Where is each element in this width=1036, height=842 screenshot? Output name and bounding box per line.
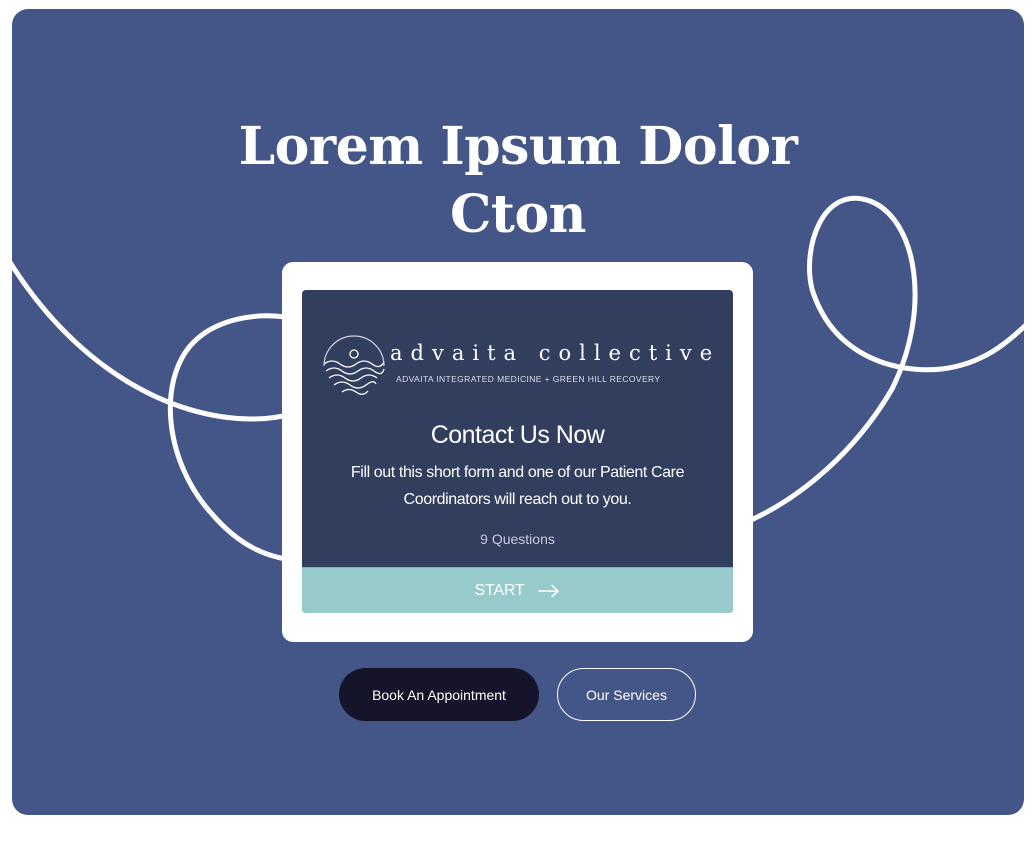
hero-section: Lorem Ipsum Dolor Cton advaita collectiv… xyxy=(12,9,1024,815)
question-count: 9 Questions xyxy=(480,531,555,547)
contact-form-card: advaita collective ADVAITA INTEGRATED ME… xyxy=(302,290,733,613)
form-card-title: Contact Us Now xyxy=(430,421,605,449)
brand-name: advaita collective xyxy=(390,341,721,365)
hero-title-line-1: Lorem Ipsum Dolor xyxy=(238,116,798,177)
sun-over-waves-logo-icon xyxy=(323,335,385,395)
form-card-description: Fill out this short form and one of our … xyxy=(350,464,685,508)
our-services-button[interactable]: Our Services xyxy=(557,668,696,721)
hero-title: Lorem Ipsum Dolor Cton xyxy=(12,113,1024,249)
start-button-label: START xyxy=(474,581,525,599)
hero-title-line-2: Cton xyxy=(450,184,586,245)
start-button[interactable]: START xyxy=(302,567,733,613)
book-appointment-button[interactable]: Book An Appointment xyxy=(339,668,539,721)
form-card-frame: advaita collective ADVAITA INTEGRATED ME… xyxy=(282,262,753,642)
arrow-right-icon xyxy=(538,584,560,597)
brand-tagline: ADVAITA INTEGRATED MEDICINE + GREEN HILL… xyxy=(396,374,661,384)
